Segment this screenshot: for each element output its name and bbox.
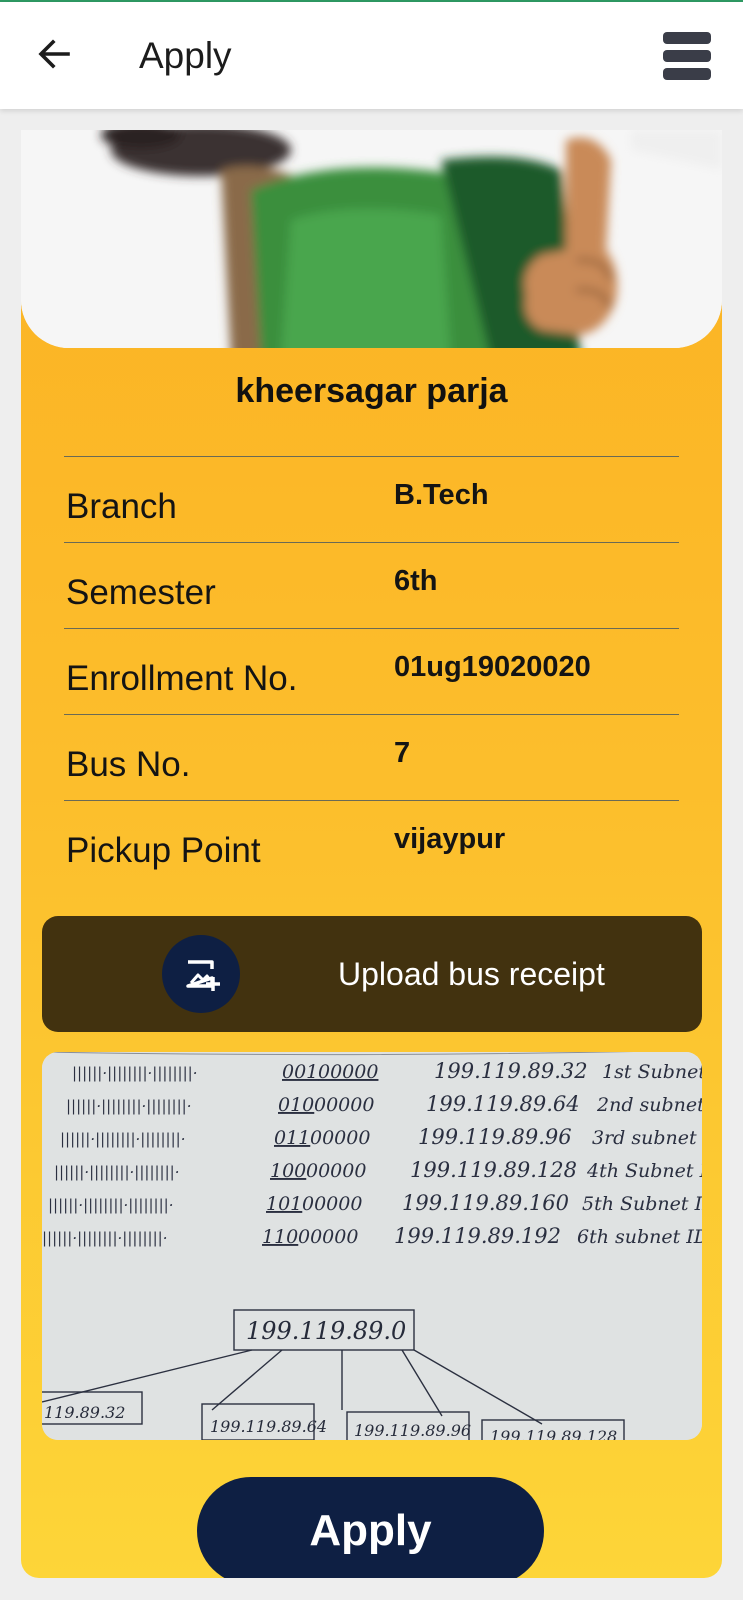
info-row-enrollment: Enrollment No. 01ug19020020 [64,628,679,714]
enrollment-value: 01ug19020020 [394,651,591,683]
receipt-leaf-ip: 119.89.32 [44,1403,125,1422]
pickup-point-value: vijaypur [394,823,506,855]
receipt-bits: ||||||·||||||||·||||||||· [66,1097,192,1115]
info-row-semester: Semester 6th [64,542,679,628]
receipt-bits: ||||||·||||||||·||||||||· [72,1064,198,1082]
receipt-leaf-ip: 199.119.89.128 [490,1427,617,1440]
receipt-leaf-ip: 199.119.89.64 [210,1417,327,1436]
receipt-host-bits: 00000 [306,1160,366,1182]
branch-label: Branch [66,487,177,526]
receipt-ip: 199.119.89.32 [434,1059,588,1083]
student-card: kheersagar parja Branch B.Tech Semester … [21,130,722,1578]
semester-value: 6th [394,565,438,597]
app-bar: Apply [0,2,743,109]
receipt-ip: 199.119.89.96 [418,1125,572,1149]
cartoon-thumbs-up-photo [21,130,722,348]
receipt-note: 2nd subnet ID [596,1094,702,1116]
receipt-root-ip: 199.119.89.0 [246,1317,406,1345]
menu-icon[interactable] [661,30,713,82]
info-row-branch: Branch B.Tech [64,456,679,542]
receipt-ip: 199.119.89.192 [394,1224,561,1248]
receipt-bits: ||||||·||||||||·||||||||· [48,1196,174,1214]
receipt-bits: ||||||·||||||||·||||||||· [54,1163,180,1181]
pickup-point-label: Pickup Point [66,831,261,870]
receipt-note: 4th Subnet ID [586,1160,702,1182]
receipt-bits: ||||||·||||||||·||||||||· [42,1229,168,1247]
bus-receipt-image: ||||||·||||||||·||||||||· 001 00000 199.119… [42,1052,702,1440]
add-photo-icon [162,935,240,1013]
student-name: kheersagar parja [235,372,508,410]
receipt-ip: 199.119.89.128 [410,1158,577,1182]
receipt-subnet-bits: 001 [282,1061,318,1083]
receipt-subnet-bits: 100 [270,1160,306,1182]
bus-no-label: Bus No. [66,745,191,784]
receipt-host-bits: 00000 [298,1226,358,1248]
receipt-host-bits: 00000 [314,1094,374,1116]
info-row-pickup-point: Pickup Point vijaypur [64,800,679,886]
receipt-host-bits: 00000 [318,1061,378,1083]
enrollment-label: Enrollment No. [66,659,298,698]
receipt-subnet-bits: 110 [262,1226,298,1248]
receipt-subnet-bits: 010 [278,1094,314,1116]
receipt-bits: ||||||·||||||||·||||||||· [60,1130,186,1148]
receipt-leaf-ip: 199.119.89.96 [354,1421,471,1440]
semester-label: Semester [66,573,216,612]
upload-receipt-button[interactable]: Upload bus receipt [42,916,702,1032]
receipt-note: 3rd subnet ID [592,1127,702,1149]
receipt-note: 6th subnet ID [577,1226,702,1248]
page-title: Apply [139,35,232,76]
branch-value: B.Tech [394,479,489,511]
receipt-host-bits: 00000 [302,1193,362,1215]
receipt-ip: 199.119.89.64 [426,1092,580,1116]
upload-receipt-label: Upload bus receipt [338,956,605,992]
receipt-subnet-bits: 101 [266,1193,302,1215]
receipt-note: 1st Subnet [602,1061,702,1083]
bus-no-value: 7 [394,737,411,769]
info-row-bus-no: Bus No. 7 [64,714,679,800]
apply-button[interactable]: Apply [197,1477,544,1578]
receipt-note: 5th Subnet ID [582,1193,702,1215]
receipt-subnet-bits: 011 [274,1127,310,1149]
arrow-left-icon[interactable] [34,34,74,74]
receipt-host-bits: 00000 [310,1127,370,1149]
receipt-ip: 199.119.89.160 [402,1191,569,1215]
